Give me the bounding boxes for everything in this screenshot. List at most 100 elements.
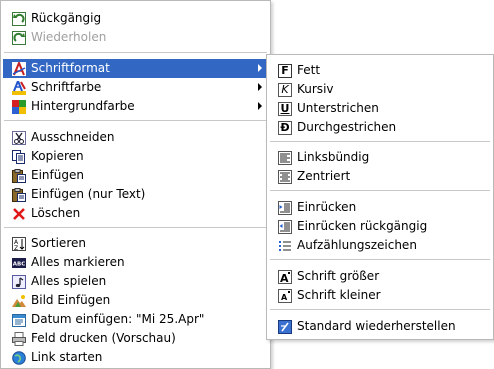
music-note-icon [12,274,26,289]
submenu-item-outdent[interactable]: Einrücken rückgängig [269,217,491,236]
redo-icon [12,30,26,45]
copy-icon [12,149,26,164]
insert-image-label: Bild Einfügen [31,293,111,307]
submenu-arrow-icon [258,64,262,72]
menu-item-background-color[interactable]: Hintergrundfarbe [3,97,268,116]
separator [270,190,490,191]
font-smaller-icon: A [278,288,292,303]
menu-item-sort[interactable]: AZ Sortieren [3,234,268,253]
submenu-item-underline[interactable]: U Unterstrichen [269,99,491,118]
menu-item-font-format[interactable]: Schriftformat [3,59,268,78]
bold-icon: F [278,63,292,78]
menu-item-undo[interactable]: Rückgängig [3,9,268,28]
play-all-label: Alles spielen [31,274,107,288]
menu-item-print-field[interactable]: Feld drucken (Vorschau) [3,329,268,348]
menu-item-delete[interactable]: Löschen [3,204,268,223]
separator [4,120,267,121]
cut-label: Ausschneiden [31,130,115,144]
undo-label: Rückgängig [31,11,102,25]
restore-default-icon [278,319,292,334]
menu-item-redo[interactable]: Wiederholen [3,28,268,47]
calendar-icon [12,313,26,327]
delete-label: Löschen [31,206,81,220]
sort-icon: AZ [12,236,26,252]
bold-label: Fett [297,63,321,77]
font-format-icon [12,59,26,76]
copy-label: Kopieren [31,149,84,163]
background-color-label: Hintergrundfarbe [31,99,135,113]
menu-item-select-all[interactable]: ABC Alles markieren [3,253,268,272]
align-left-label: Linksbündig [297,150,370,164]
menu-item-play-all[interactable]: Alles spielen [3,272,268,291]
menu-item-start-link[interactable]: Link starten [3,348,268,367]
font-format-submenu: F Fett K Kursiv U Unterstrichen Đ Durchg… [266,54,494,340]
undo-icon [12,11,26,26]
menu-item-paste[interactable]: Einfügen [3,166,268,185]
indent-icon [278,200,292,215]
separator [270,309,490,310]
select-all-label: Alles markieren [31,255,125,269]
print-field-label: Feld drucken (Vorschau) [31,331,176,345]
outdent-icon [278,219,292,234]
menu-item-copy[interactable]: Kopieren [3,147,268,166]
svg-text:Z: Z [14,245,18,251]
italic-label: Kursiv [297,82,334,96]
separator [270,141,490,142]
align-left-icon [278,150,292,165]
submenu-item-bold[interactable]: F Fett [269,61,491,80]
menu-item-cut[interactable]: Ausschneiden [3,128,268,147]
font-color-label: Schriftfarbe [31,80,102,94]
submenu-item-center[interactable]: Zentriert [269,167,491,186]
scissors-icon [12,130,26,145]
underline-label: Unterstrichen [297,101,379,115]
font-larger-icon: A [278,269,292,285]
align-center-icon [278,169,292,184]
paste-text-label: Einfügen (nur Text) [31,187,146,201]
insert-date-label: Datum einfügen: "Mi 25.Apr" [31,312,205,326]
svg-text:A: A [280,272,289,284]
indent-label: Einrücken [297,200,357,214]
submenu-item-strikethrough[interactable]: Đ Durchgestrichen [269,118,491,137]
select-all-icon: ABC [12,256,26,270]
menu-item-font-color[interactable]: Schriftfarbe [3,77,268,97]
start-link-label: Link starten [31,350,103,364]
menu-item-insert-image[interactable]: Bild Einfügen [3,291,268,310]
submenu-item-italic[interactable]: K Kursiv [269,80,491,99]
image-icon [12,294,26,308]
font-larger-label: Schrift größer [297,269,380,283]
context-menu: Rückgängig Wiederholen Schriftformat Sch… [0,0,271,369]
submenu-arrow-icon [258,83,262,91]
submenu-arrow-icon [258,102,262,110]
italic-icon: K [278,82,292,97]
submenu-item-align-left[interactable]: Linksbündig [269,148,491,167]
bullets-label: Aufzählungszeichen [297,238,417,252]
svg-text:ABC: ABC [13,261,26,267]
sort-label: Sortieren [31,236,86,250]
redo-label: Wiederholen [31,30,107,44]
menu-item-paste-text[interactable]: Einfügen (nur Text) [3,185,268,204]
paste-label: Einfügen [31,168,84,182]
submenu-item-restore-default[interactable]: Standard wiederherstellen [269,317,491,336]
restore-default-label: Standard wiederherstellen [297,319,456,333]
font-format-label: Schriftformat [31,61,110,75]
strikethrough-icon: Đ [278,120,292,135]
menu-item-insert-date[interactable]: Datum einfügen: "Mi 25.Apr" [3,310,268,329]
underline-icon: U [278,101,292,116]
strikethrough-label: Durchgestrichen [297,120,397,134]
outdent-label: Einrücken rückgängig [297,219,428,233]
separator [4,52,267,53]
background-color-icon [12,99,26,114]
submenu-item-bullets[interactable]: Aufzählungszeichen [269,236,491,255]
submenu-item-font-larger[interactable]: A Schrift größer [269,267,491,286]
bullet-list-icon [278,239,292,253]
paste-text-icon [12,187,26,202]
submenu-item-indent[interactable]: Einrücken [269,198,491,217]
printer-icon [12,331,26,346]
font-color-icon [12,77,26,95]
paste-icon [12,168,26,183]
font-smaller-label: Schrift kleiner [297,288,381,302]
delete-icon [12,207,26,221]
separator [270,259,490,260]
globe-icon [12,350,26,365]
submenu-item-font-smaller[interactable]: A Schrift kleiner [269,286,491,305]
